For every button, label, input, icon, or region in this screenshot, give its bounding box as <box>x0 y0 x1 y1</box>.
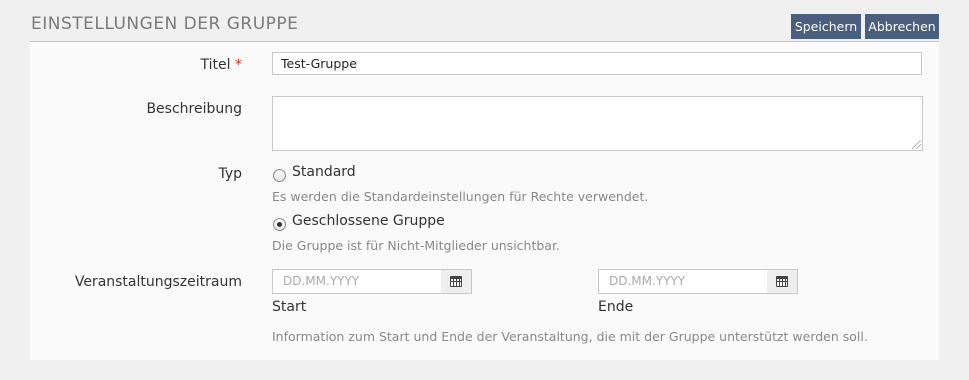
start-date-input[interactable]: DD.MM.YYYY <box>272 269 442 294</box>
type-label: Typ <box>218 166 242 182</box>
end-calendar-button[interactable] <box>767 269 798 294</box>
required-mark: * <box>235 57 242 73</box>
radio-standard[interactable] <box>273 169 286 182</box>
description-textarea[interactable] <box>272 96 923 151</box>
end-date-input[interactable]: DD.MM.YYYY <box>598 269 768 294</box>
end-label: Ende <box>598 299 634 315</box>
title-label-text: Titel <box>200 57 231 73</box>
cancel-button[interactable]: Abbrechen <box>865 14 939 39</box>
page-title: EINSTELLUNGEN DER GRUPPE <box>31 14 299 34</box>
calendar-icon <box>776 276 788 287</box>
radio-closed-group-hint: Die Gruppe ist für Nicht-Mitglieder unsi… <box>272 238 560 253</box>
radio-closed-group[interactable] <box>273 218 286 231</box>
resize-handle-icon[interactable] <box>912 140 921 149</box>
start-calendar-button[interactable] <box>441 269 472 294</box>
period-label: Veranstaltungszeitraum <box>74 274 242 290</box>
save-button[interactable]: Speichern <box>791 14 861 39</box>
description-label: Beschreibung <box>146 101 242 117</box>
period-hint: Information zum Start und Ende der Veran… <box>272 329 868 344</box>
title-input[interactable]: Test-Gruppe <box>272 52 922 75</box>
title-label: Titel * <box>30 57 242 73</box>
radio-standard-hint: Es werden die Standardeinstellungen für … <box>272 189 649 204</box>
radio-closed-group-label[interactable]: Geschlossene Gruppe <box>292 213 445 229</box>
calendar-icon <box>450 276 462 287</box>
start-label: Start <box>272 299 307 315</box>
radio-standard-label[interactable]: Standard <box>292 164 356 180</box>
